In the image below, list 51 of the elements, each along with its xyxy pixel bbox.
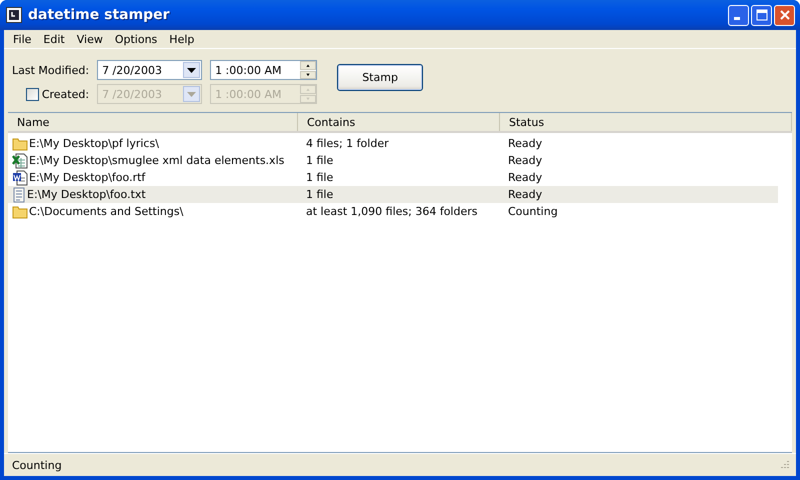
spreadsheet-icon: [12, 152, 28, 168]
status-cell-text: Ready: [507, 137, 544, 150]
list-row[interactable]: E:\My Desktop\foo.rtf 1 file Ready: [8, 169, 778, 186]
document-icon: [12, 170, 28, 186]
list-row[interactable]: E:\My Desktop\smuglee xml data elements.xls 1 file Ready: [8, 152, 778, 169]
table-cell-text: at least 1,090 files; 364 folders: [305, 205, 478, 218]
close-button[interactable]: [774, 4, 795, 26]
status-cell-text: Counting: [507, 205, 559, 218]
date-picker[interactable]: 7 /20/2003: [97, 60, 202, 80]
caret-icon: [187, 68, 196, 72]
time-field[interactable]: 1 :00:00 AM: [210, 60, 318, 80]
status-cell-text: Ready: [507, 154, 544, 167]
minimize-icon: [734, 17, 740, 20]
clock-icon: [6, 7, 22, 23]
file-path: E:\My Desktop\smuglee xml data elements.xls: [29, 154, 284, 167]
maximize-button[interactable]: [751, 4, 772, 26]
list-row[interactable]: C:\Documents and Settings\ at least 1,090 files; 364 folders Counting: [8, 203, 778, 220]
minimize-button[interactable]: [728, 4, 749, 26]
table-cell-text: 1 file: [305, 154, 334, 167]
column-header[interactable]: Status: [500, 113, 792, 131]
stamp-button[interactable]: Stamp: [337, 64, 424, 91]
column-header[interactable]: Name: [8, 113, 298, 131]
table-cell-text: 4 files; 1 folder: [305, 137, 390, 150]
menu-item[interactable]: File: [7, 32, 38, 46]
file-path: E:\My Desktop\pf lyrics\: [29, 137, 159, 150]
table-cell-text: 1 file: [305, 171, 334, 184]
file-path: C:\Documents and Settings\: [29, 205, 184, 218]
file-path: E:\My Desktop\foo.rtf: [29, 171, 146, 184]
caret-icon: [187, 92, 196, 96]
close-icon: [778, 9, 790, 21]
field-label: Created:: [42, 88, 90, 100]
list-row[interactable]: E:\My Desktop\foo.txt 1 file Ready: [8, 186, 778, 203]
file-path: E:\My Desktop\foo.txt: [27, 188, 146, 201]
status-cell-text: Ready: [507, 171, 544, 184]
list-row[interactable]: E:\My Desktop\pf lyrics\ 4 files; 1 folder Ready: [8, 135, 778, 152]
spin-up-button[interactable]: [300, 61, 316, 70]
spin-down-button[interactable]: [300, 70, 316, 79]
menu-item[interactable]: Edit: [37, 32, 71, 46]
resize-grip-icon[interactable]: [778, 459, 790, 471]
menu-item[interactable]: View: [70, 32, 109, 46]
maximize-icon: [756, 9, 768, 21]
window-title: datetime stamper: [28, 7, 171, 23]
status-text: Counting: [12, 458, 63, 472]
menu-item[interactable]: Help: [163, 32, 200, 46]
menu-item[interactable]: Options: [108, 32, 164, 46]
text-file-icon: [12, 186, 26, 202]
folder-icon: [12, 136, 28, 150]
table-cell-text: 1 file: [305, 188, 334, 201]
column-header[interactable]: Contains: [298, 113, 500, 131]
status-cell-text: Ready: [507, 188, 544, 201]
field-label: Last Modified:: [12, 64, 90, 76]
